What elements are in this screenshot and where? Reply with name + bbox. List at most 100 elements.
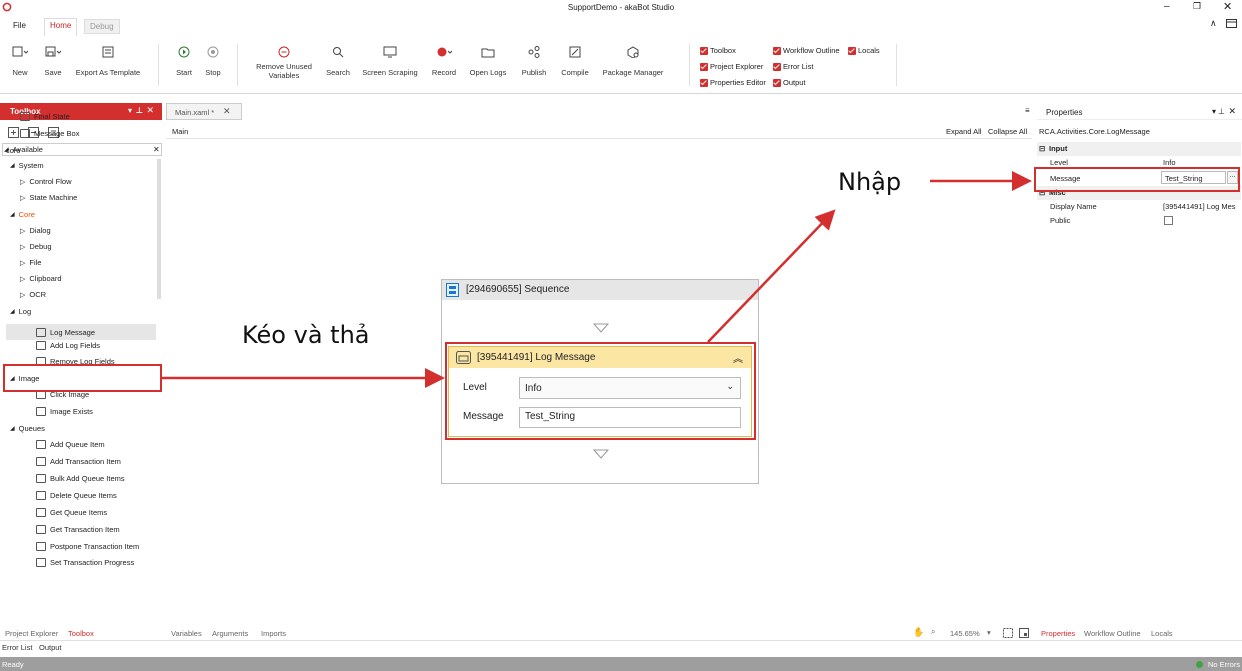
close-panel-icon[interactable]: ✕ [146, 105, 154, 116]
collapse-ribbon-icon[interactable]: ∧ [1210, 18, 1217, 29]
tab-arguments[interactable]: Arguments [212, 629, 248, 638]
prop-row-public[interactable]: Public [1037, 214, 1241, 228]
start-button[interactable]: Start [172, 44, 196, 77]
toolbox-item[interactable]: ◢ Available [4, 145, 43, 154]
toolbox-item[interactable]: Bulk Add Queue Items [36, 474, 125, 483]
toolbox-item[interactable]: Image Exists [36, 407, 93, 416]
toolbox-item[interactable]: Postpone Transaction Item [36, 542, 139, 551]
public-checkbox[interactable] [1164, 216, 1173, 225]
collapsed-arrow-icon[interactable]: ▷ [20, 178, 25, 186]
toolbox-item[interactable]: ◢ Queues [10, 424, 45, 433]
tab-project-explorer[interactable]: Project Explorer [5, 629, 58, 638]
toolbox-item[interactable]: Add Queue Item [36, 440, 105, 449]
record-button[interactable]: Record [429, 44, 459, 77]
new-button[interactable]: New [8, 44, 32, 77]
tab-output[interactable]: Output [39, 643, 62, 652]
toggle-error-list[interactable]: Error List [773, 62, 813, 71]
package-manager-button[interactable]: Package Manager [600, 44, 666, 77]
toolbox-item[interactable]: Set Transaction Progress [36, 558, 134, 567]
toolbox-item[interactable]: Log Message [6, 324, 156, 340]
collapsed-arrow-icon[interactable]: ▷ [20, 259, 25, 267]
tab-toolbox[interactable]: Toolbox [68, 629, 94, 638]
toolbox-item[interactable]: ◢ Core [10, 210, 35, 219]
toolbox-item[interactable]: ▷ Control Flow [20, 177, 72, 186]
restore-icon[interactable]: ❐ [1193, 1, 1201, 12]
tab-file[interactable]: File [8, 19, 31, 32]
zoom-level[interactable]: 145.65% [950, 629, 980, 638]
overview-icon[interactable] [1019, 628, 1029, 638]
publish-button[interactable]: Publish [518, 44, 550, 77]
drop-zone-icon[interactable] [593, 449, 609, 459]
collapsed-arrow-icon[interactable]: ▷ [20, 194, 25, 202]
panel-layout-icon[interactable] [1226, 19, 1237, 29]
toggle-output[interactable]: Output [773, 78, 806, 87]
collapsed-arrow-icon[interactable]: ▷ [20, 291, 25, 299]
pan-hand-icon[interactable]: ✋ [913, 627, 924, 638]
remove-unused-variables-button[interactable]: Remove Unused Variables [252, 44, 316, 80]
tab-properties[interactable]: Properties [1041, 629, 1075, 638]
tab-home[interactable]: Home [44, 18, 78, 36]
toolbox-item[interactable]: Get Transaction Item [36, 525, 120, 534]
expanded-arrow-icon[interactable]: ◢ [10, 211, 15, 218]
tab-debug[interactable]: Debug [84, 19, 120, 34]
collapsed-arrow-icon[interactable]: ▷ [20, 227, 25, 235]
toolbox-item[interactable]: Add Log Fields [36, 341, 100, 350]
close-tab-icon[interactable]: ✕ [223, 106, 231, 117]
toolbox-scrollbar[interactable] [157, 159, 161, 299]
tab-error-list[interactable]: Error List [2, 643, 32, 652]
screen-scraping-button[interactable]: Screen Scraping [360, 44, 420, 77]
dropdown-icon[interactable]: ▾ [1212, 107, 1216, 116]
toggle-properties-editor[interactable]: Properties Editor [700, 78, 766, 87]
close-icon[interactable]: ✕ [1223, 0, 1232, 13]
toggle-toolbox[interactable]: Toolbox [700, 46, 736, 55]
zoom-dropdown-icon[interactable]: ▾ [987, 628, 991, 637]
expanded-arrow-icon[interactable]: ◢ [4, 146, 9, 153]
collapse-section-icon[interactable]: ⊟ [1039, 144, 1045, 153]
toolbox-item[interactable]: Get Queue Items [36, 508, 107, 517]
fit-screen-icon[interactable] [1003, 628, 1013, 638]
prop-level-value[interactable]: Info [1163, 158, 1176, 167]
toolbox-item[interactable]: ▷ State Machine [20, 193, 77, 202]
drop-zone-icon[interactable] [593, 323, 609, 333]
error-count[interactable]: No Errors [1208, 660, 1240, 669]
toolbox-item[interactable]: Message Box [20, 129, 79, 138]
toolbox-item[interactable]: ▷ OCR [20, 290, 46, 299]
toolbox-item[interactable]: ◢ System [10, 161, 44, 170]
collapsed-arrow-icon[interactable]: ▷ [20, 243, 25, 251]
toolbox-item[interactable]: ▷ Clipboard [20, 274, 62, 283]
toolbox-item[interactable]: ▷ Dialog [20, 226, 51, 235]
dropdown-icon[interactable]: ▾ [128, 106, 132, 115]
toolbox-item[interactable]: ◢ Log [10, 307, 31, 316]
expand-all-link[interactable]: Expand All [946, 127, 981, 136]
tab-variables[interactable]: Variables [171, 629, 202, 638]
toolbox-item[interactable]: ▷ Debug [20, 242, 52, 251]
pin-icon[interactable]: ⊥ [136, 106, 143, 115]
tab-imports[interactable]: Imports [261, 629, 286, 638]
compile-button[interactable]: Compile [558, 44, 592, 77]
toggle-workflow-outline[interactable]: Workflow Outline [773, 46, 840, 55]
expand-all-icon[interactable] [8, 127, 19, 138]
clear-search-icon[interactable]: ✕ [153, 145, 160, 154]
tab-locals[interactable]: Locals [1151, 629, 1173, 638]
toolbox-item[interactable]: Delete Queue Items [36, 491, 117, 500]
close-panel-icon[interactable]: ✕ [1228, 106, 1236, 117]
save-button[interactable]: Save [41, 44, 65, 77]
document-menu-icon[interactable]: ≡ [1025, 106, 1030, 115]
tab-main-xaml[interactable]: Main.xaml * ✕ [166, 103, 242, 120]
input-section[interactable]: ⊟ Input [1037, 142, 1241, 156]
breadcrumb[interactable]: Main [172, 127, 188, 136]
tab-workflow-outline[interactable]: Workflow Outline [1084, 629, 1141, 638]
expanded-arrow-icon[interactable]: ◢ [10, 425, 15, 432]
prop-display-name-value[interactable]: [395441491] Log Mes [1163, 202, 1236, 211]
toolbox-item[interactable]: Final State [20, 112, 70, 121]
toggle-project-explorer[interactable]: Project Explorer [700, 62, 763, 71]
toolbox-item[interactable]: Add Transaction Item [36, 457, 121, 466]
toggle-locals[interactable]: Locals [848, 46, 880, 55]
collapse-all-link[interactable]: Collapse All [988, 127, 1027, 136]
minimize-icon[interactable]: – [1164, 1, 1170, 12]
expanded-arrow-icon[interactable]: ◢ [10, 308, 15, 315]
prop-row-display-name[interactable]: Display Name [395441491] Log Mes [1037, 200, 1241, 214]
toolbox-item[interactable]: ▷ File [20, 258, 41, 267]
pin-icon[interactable]: ⊥ [1218, 107, 1225, 116]
stop-button[interactable]: Stop [201, 44, 225, 77]
